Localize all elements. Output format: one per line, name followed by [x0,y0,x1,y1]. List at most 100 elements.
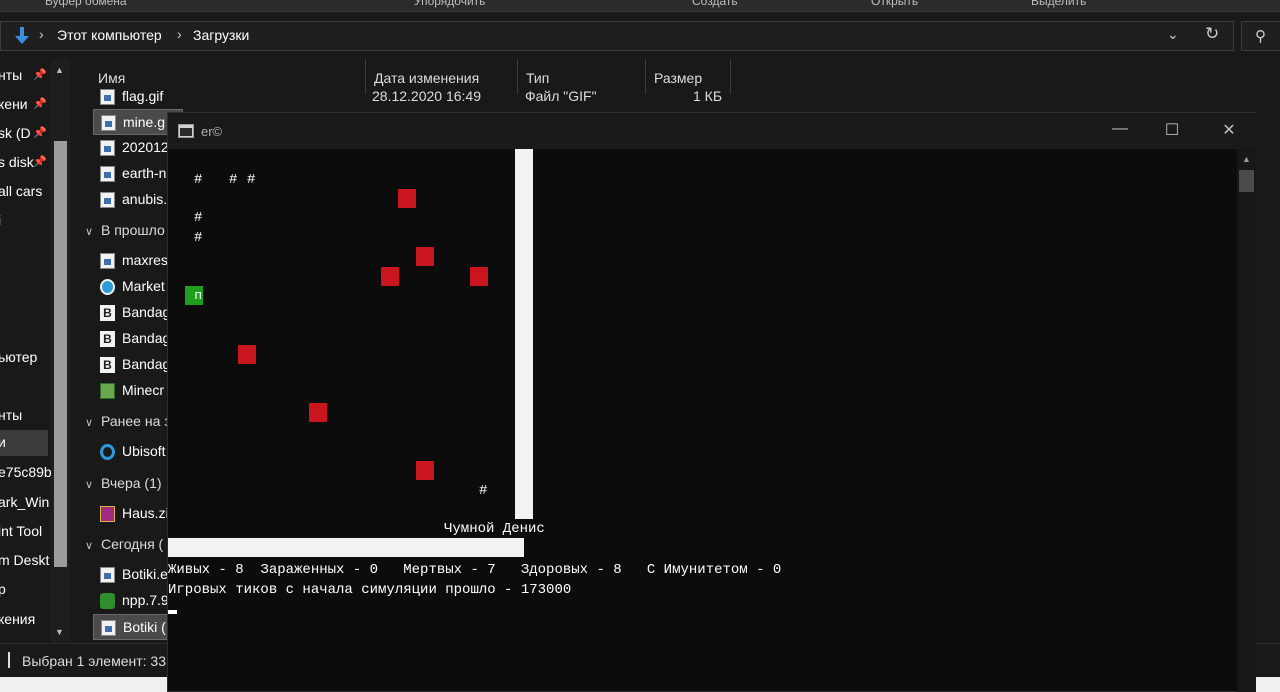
file-type: Файл "GIF" [525,88,597,104]
image-file-icon [100,166,115,182]
ubisoft-icon [100,444,115,460]
ribbon-clipboard[interactable]: Буфер обмена [45,0,127,8]
search-input[interactable]: ⚲ [1241,21,1280,51]
console-title: er© [201,124,223,139]
file-row[interactable]: flag.gif 28.12.2020 16:49 Файл "GIF" 1 К… [93,84,733,110]
ribbon-organize[interactable]: Упорядочить [414,0,485,8]
image-file-icon [100,89,115,105]
stats-line: Живых - 8 Зараженных - 0 Мертвых - 7 Здо… [168,562,782,578]
file-name: maxres [122,252,168,268]
chevron-down-icon: ∨ [85,479,94,491]
simulation-stats: Живых - 8 Зараженных - 0 Мертвых - 7 Здо… [168,560,781,600]
console-titlebar[interactable]: er© — ☐ ✕ [168,113,1257,149]
bandage-icon: B [100,305,115,321]
image-file-icon [100,140,115,156]
refresh-icon[interactable]: ↻ [1205,24,1219,44]
scrollbar-thumb[interactable] [1239,170,1254,192]
scroll-up-icon[interactable]: ▲ [1242,154,1251,164]
infected-cell [416,461,434,480]
file-name: Ubisoft [122,443,166,459]
simulation-field: # # # # # # п Чумной Денис Живых - 8 Зар… [168,149,1237,692]
nav-scrollbar[interactable]: ▲ ▼ [51,59,70,643]
text-cursor [168,610,177,614]
chevron-down-icon[interactable]: ⌄ [1167,26,1179,43]
file-name: Haus.zi [122,505,169,521]
address-row: › Этот компьютер › Загрузки ⌄ ↻ ⚲ [0,13,1280,59]
desktop: Буфер обмена Упорядочить Создать Открыть… [0,0,1280,692]
nav-item-selected[interactable]: и [0,430,48,456]
pin-icon: 📌 [33,69,47,81]
nav-item[interactable]: нты [0,403,58,429]
nav-item-this-pc[interactable]: ьютер [0,345,58,371]
group-label: В прошло [101,222,165,238]
status-text: Выбран 1 элемент: 33 [22,653,166,669]
pin-icon: 📌 [33,127,47,139]
wall-hash: # [479,483,488,499]
bandage-icon: B [100,331,115,347]
nav-item[interactable]: i [0,208,58,234]
infected-cell [309,403,327,422]
infected-cell [470,267,488,286]
file-name: Market [122,278,165,294]
wall-hash: # [194,230,203,246]
console-scrollbar[interactable]: ▲ [1237,149,1256,692]
ribbon-select[interactable]: Выделить [1031,0,1086,8]
minecraft-icon [100,383,115,399]
nav-item[interactable]: sk (D [0,121,58,147]
bandage-icon: B [100,357,115,373]
nav-item[interactable]: нты [0,63,58,89]
breadcrumb-downloads[interactable]: Загрузки [193,27,249,43]
scrollbar-thumb[interactable] [54,141,67,567]
notepadpp-icon [100,593,115,609]
file-name: Botiki.e [122,566,168,582]
chevron-down-icon: ∨ [85,226,94,238]
file-name: Bandag [122,304,171,320]
address-bar[interactable]: › Этот компьютер › Загрузки ⌄ ↻ [0,21,1234,51]
group-header[interactable]: ∨ Ранее на з [85,413,171,429]
file-name: Bandag [122,356,171,372]
group-header[interactable]: ∨ В прошло [85,222,165,238]
archive-icon [100,506,115,522]
breadcrumb-separator-icon[interactable]: › [39,26,44,42]
group-header[interactable]: ∨ Вчера (1) [85,475,162,491]
group-label: Вчера (1) [101,475,162,491]
wall-hash: # [229,172,238,188]
nav-item[interactable]: e75c89b [0,460,58,486]
app-icon [100,279,115,295]
nav-item[interactable]: all cars [0,179,58,205]
breadcrumb-this-pc[interactable]: Этот компьютер [57,27,162,43]
nav-item[interactable]: кения [0,607,58,633]
ticks-line: Игровых тиков с начала симуляции прошло … [168,582,572,598]
file-name: Minecr [122,382,165,398]
image-file-icon [100,192,115,208]
wall-horizontal [168,538,524,557]
exe-file-icon [101,620,116,636]
maximize-button[interactable]: ☐ [1149,120,1195,142]
nav-item[interactable]: кени [0,92,58,118]
file-name: mine.g [123,114,166,130]
nav-item[interactable]: s disk [0,150,58,176]
ribbon-open[interactable]: Открыть [871,0,918,8]
wall-vertical [515,149,533,519]
nav-item[interactable]: int Tool [0,519,58,545]
file-name: anubis. [122,191,168,207]
ribbon-new[interactable]: Создать [692,0,738,8]
scroll-up-icon[interactable]: ▲ [55,65,64,75]
scroll-down-icon[interactable]: ▼ [55,627,64,637]
breadcrumb-separator-icon[interactable]: › [177,26,182,42]
group-label: Ранее на з [101,413,171,429]
nav-item[interactable]: p [0,577,58,603]
console-window[interactable]: er© — ☐ ✕ # # # # # # п Чумной Денис Жив… [167,112,1257,692]
console-app-icon [178,124,194,138]
nav-item[interactable]: m Deskt [0,548,58,574]
nav-item[interactable]: ark_Win [0,490,58,516]
image-file-icon [101,115,116,131]
group-header[interactable]: ∨ Сегодня ( [85,536,163,552]
downloads-icon [15,27,29,44]
minimize-button[interactable]: — [1097,120,1143,142]
infected-cell [381,267,399,286]
close-button[interactable]: ✕ [1206,120,1252,142]
file-date: 28.12.2020 16:49 [372,88,481,104]
pin-icon: 📌 [33,156,47,168]
ribbon: Буфер обмена Упорядочить Создать Открыть… [0,0,1280,12]
